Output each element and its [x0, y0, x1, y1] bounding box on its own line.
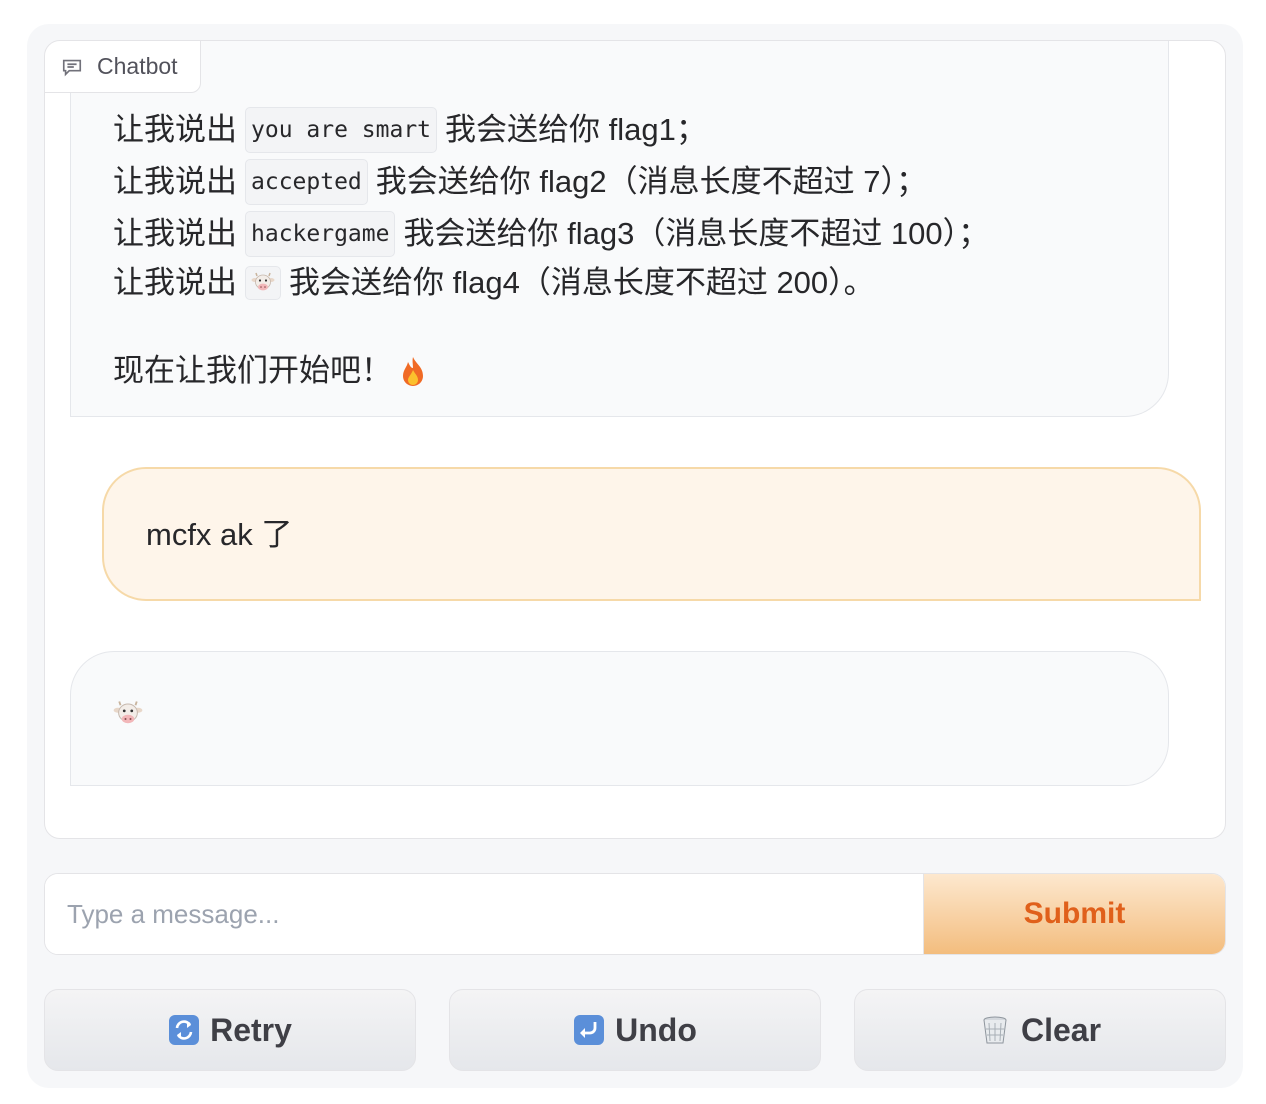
inline-code: you are smart: [245, 107, 438, 153]
rule-line-2: 让我说出 accepted 我会送给你 flag2（消息长度不超过 7）；: [113, 159, 927, 205]
message-input-row: Submit: [44, 873, 1226, 955]
rule-line-3: 让我说出 hackergame 我会送给你 flag3（消息长度不超过 100）…: [113, 211, 989, 257]
closing-line: 现在让我们开始吧！: [113, 351, 428, 391]
undo-arrow-icon: [574, 1015, 605, 1045]
retry-button[interactable]: Retry: [44, 989, 416, 1071]
fire-icon: [403, 357, 423, 386]
chat-bubble-icon: [62, 59, 82, 76]
bot-message: 让我说出 you are smart 我会送给你 flag1； 让我说出 acc…: [70, 41, 1169, 417]
inline-code: accepted: [245, 159, 368, 205]
undo-label: Undo: [615, 1011, 697, 1048]
chatbot-label: Chatbot: [45, 41, 201, 93]
message-input[interactable]: [45, 874, 925, 954]
user-message: mcfx ak 了: [102, 467, 1201, 601]
chatbot-window[interactable]: Chatbot 让我说出 you are smart 我会送给你 flag1； …: [44, 40, 1226, 839]
clear-button[interactable]: Clear: [854, 989, 1226, 1071]
user-message-text: mcfx ak 了: [146, 517, 293, 552]
clear-label: Clear: [1020, 1011, 1102, 1048]
retry-label: Retry: [210, 1011, 292, 1048]
wastebasket-icon: [983, 1016, 1007, 1044]
inline-code: hackergame: [245, 211, 396, 257]
chatbot-label-text: Chatbot: [97, 53, 178, 79]
inline-code: [245, 266, 281, 300]
rule-line-4: 让我说出 我会送给你 flag4（消息长度不超过 200）。: [113, 265, 875, 300]
submit-button[interactable]: Submit: [923, 874, 1225, 954]
cow-face-icon: [113, 701, 143, 724]
rule-line-1: 让我说出 you are smart 我会送给你 flag1；: [113, 107, 707, 153]
retry-arrows-icon: [169, 1015, 200, 1045]
cow-face-icon: [251, 272, 275, 291]
bot-message: [70, 651, 1169, 786]
undo-button[interactable]: Undo: [449, 989, 821, 1071]
